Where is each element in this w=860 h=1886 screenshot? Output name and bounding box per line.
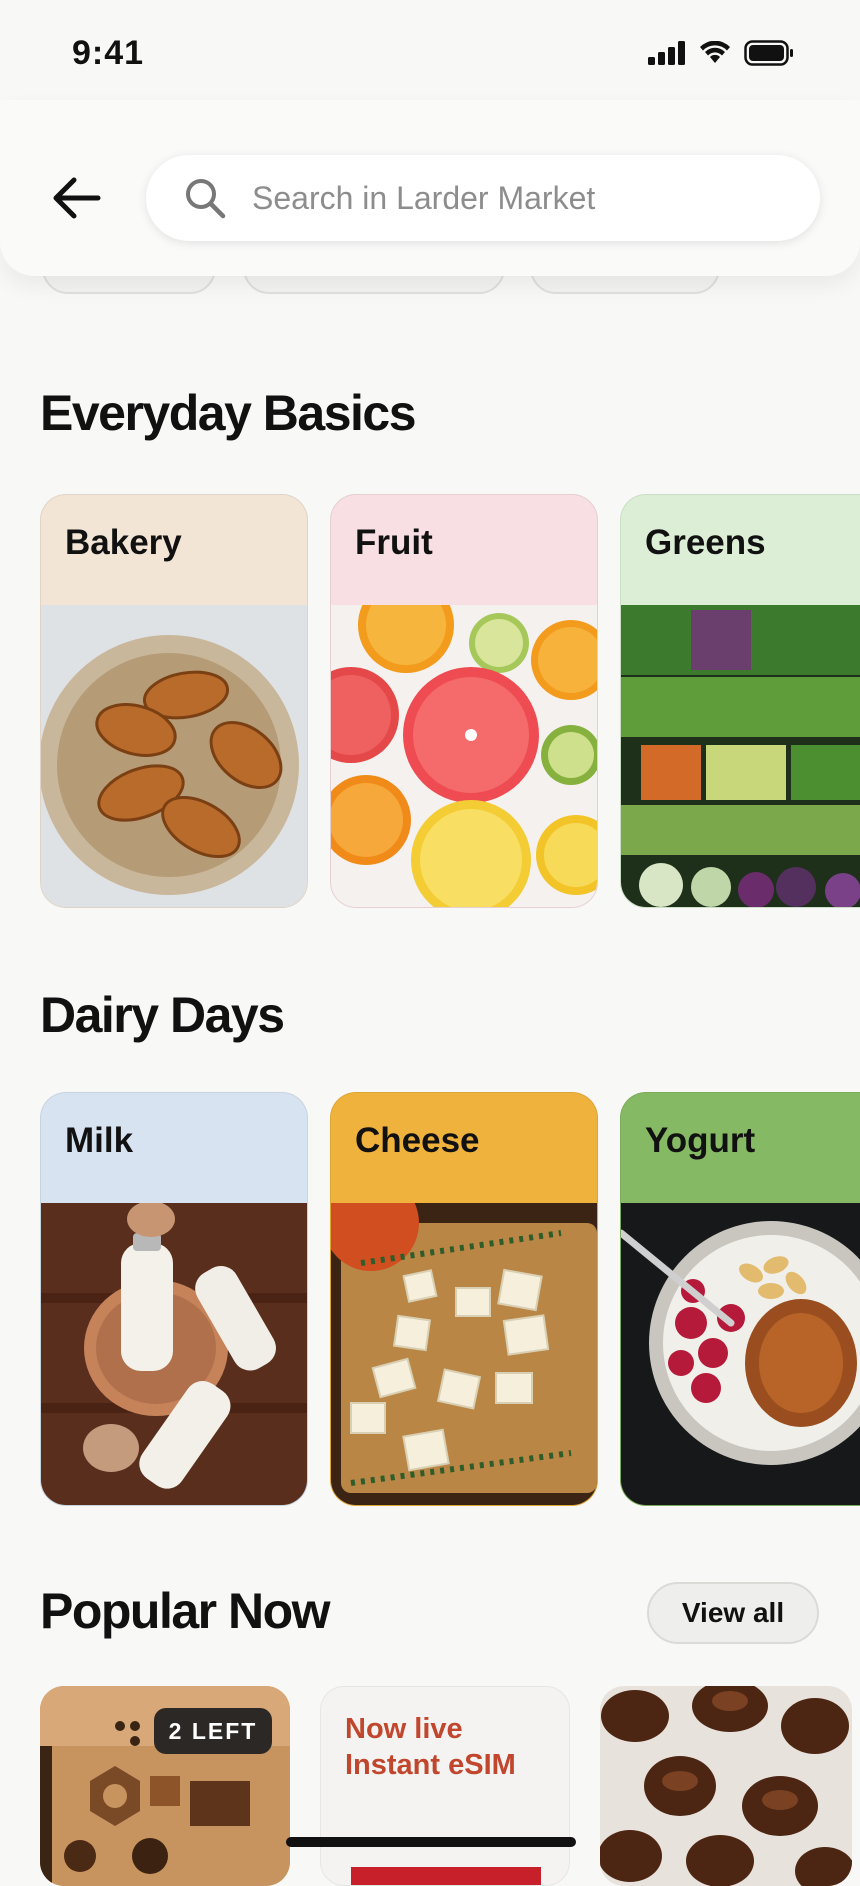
promo-line-2: Instant eSIM bbox=[345, 1749, 516, 1781]
category-card-bakery[interactable]: Bakery bbox=[40, 494, 308, 908]
arrow-left-icon bbox=[53, 177, 101, 219]
section-title-dairy-days: Dairy Days bbox=[40, 987, 285, 1043]
status-time: 9:41 bbox=[72, 34, 145, 72]
status-icons bbox=[648, 40, 794, 66]
search-bar[interactable] bbox=[146, 155, 820, 241]
promo-text: Now live Instant eSIM bbox=[345, 1711, 516, 1783]
card-label: Milk bbox=[65, 1121, 134, 1160]
card-label: Cheese bbox=[355, 1121, 480, 1160]
section-title-everyday-basics: Everyday Basics bbox=[40, 385, 417, 441]
yogurt-photo bbox=[621, 1203, 860, 1505]
category-card-yogurt[interactable]: Yogurt bbox=[620, 1092, 860, 1506]
fruit-photo bbox=[331, 605, 597, 907]
search-icon bbox=[186, 179, 226, 219]
greens-photo bbox=[621, 605, 860, 907]
home-indicator bbox=[286, 1837, 576, 1847]
status-bar: 9:41 bbox=[0, 0, 860, 100]
category-card-greens[interactable]: Greens bbox=[620, 494, 860, 908]
search-input[interactable] bbox=[250, 178, 814, 218]
category-card-milk[interactable]: Milk bbox=[40, 1092, 308, 1506]
wifi-icon bbox=[700, 41, 730, 63]
milk-photo bbox=[41, 1203, 307, 1505]
card-label: Bakery bbox=[65, 523, 182, 562]
stock-badge: 2 LEFT bbox=[154, 1708, 272, 1754]
card-label: Fruit bbox=[355, 523, 433, 562]
truffles-photo bbox=[600, 1686, 852, 1886]
battery-icon bbox=[744, 40, 793, 66]
popular-card-chocolate[interactable]: 2 LEFT bbox=[40, 1686, 290, 1886]
cheese-photo bbox=[331, 1203, 597, 1505]
view-all-button[interactable]: View all bbox=[647, 1582, 819, 1644]
promo-image bbox=[351, 1867, 541, 1885]
section-title-popular-now: Popular Now bbox=[40, 1583, 331, 1639]
popular-card-truffles[interactable] bbox=[600, 1686, 852, 1886]
category-card-cheese[interactable]: Cheese bbox=[330, 1092, 598, 1506]
back-button[interactable] bbox=[50, 174, 102, 222]
promo-line-1: Now live bbox=[345, 1713, 463, 1745]
category-card-fruit[interactable]: Fruit bbox=[330, 494, 598, 908]
header-bar bbox=[0, 100, 860, 276]
bakery-photo bbox=[41, 605, 307, 907]
promo-card-esim[interactable]: Now live Instant eSIM bbox=[320, 1686, 570, 1886]
card-label: Yogurt bbox=[645, 1121, 756, 1160]
card-label: Greens bbox=[645, 523, 766, 562]
cellular-signal-icon bbox=[648, 41, 685, 65]
